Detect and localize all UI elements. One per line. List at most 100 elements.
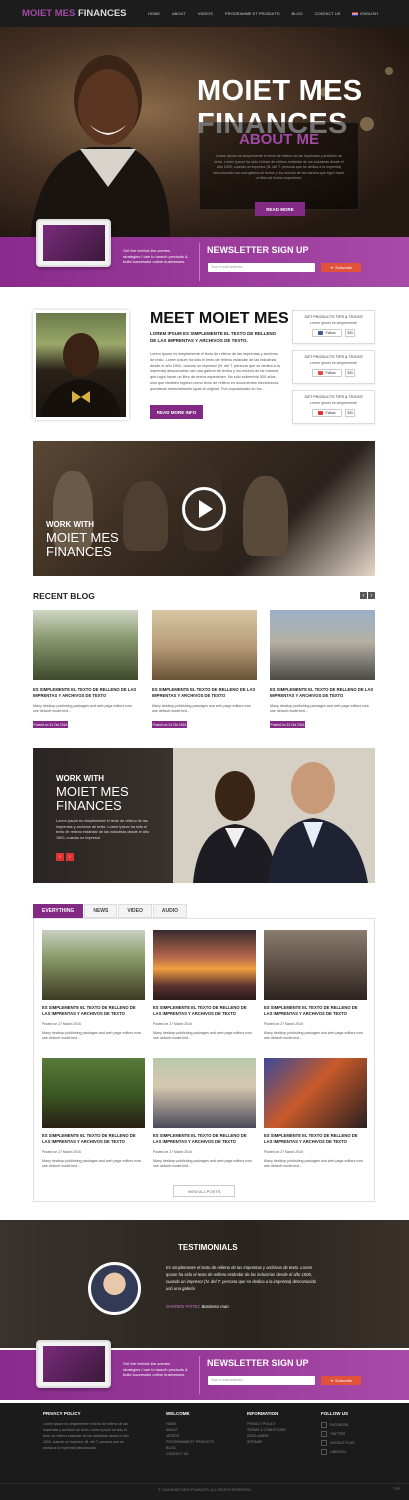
gallery-image[interactable] bbox=[153, 930, 256, 1000]
blog-post-title[interactable]: ES SIMPLEMENTE EL TEXTO DE RELLENO DE LA… bbox=[33, 687, 138, 699]
gallery-image[interactable] bbox=[42, 930, 145, 1000]
footer-link[interactable]: CONTACT US bbox=[166, 1451, 214, 1457]
twitter-link[interactable]: TWITTER bbox=[321, 1431, 355, 1437]
gallery-post-title[interactable]: ES SIMPLEMENTE EL TEXTO DE RELLENO DE LA… bbox=[153, 1133, 256, 1145]
banner-text: Lorem ipsum es simplemente el texto de r… bbox=[56, 819, 150, 840]
gallery-post-date: Posted on 27 March 2016 bbox=[42, 1150, 81, 1154]
top-navbar: MOIET MES FINANCES HOME ABOUT VIDEOS PRO… bbox=[0, 0, 409, 27]
newsletter-bar: Get the behind-the-scenes strategies I u… bbox=[0, 219, 409, 287]
footer-privacy-text: Lorem Ipsum es simplemente el texto de r… bbox=[43, 1422, 129, 1450]
google-plus-link[interactable]: GOOGLE PLUS bbox=[321, 1440, 355, 1446]
meet-title: MEET MOIET MES bbox=[150, 310, 289, 327]
newsletter-bar-2: Get the behind-the-scenes strategies I u… bbox=[0, 1340, 409, 1400]
testimonial-author: DARREN PATRIC Business man bbox=[166, 1304, 229, 1309]
gallery-post-text: Many desktop publishing packages and web… bbox=[42, 1159, 141, 1169]
main-menu: HOME ABOUT VIDEOS PROGRAMME ET PRODUITS … bbox=[142, 11, 384, 16]
gallery-post-title[interactable]: ES SIMPLEMENTE EL TEXTO DE RELLENO DE LA… bbox=[264, 1005, 367, 1017]
nav-contact[interactable]: CONTACT US bbox=[309, 11, 347, 16]
promo-sub: Lorem Ipsum es simplemente bbox=[309, 401, 358, 405]
gallery-post-title[interactable]: ES SIMPLEMENTE EL TEXTO DE RELLENO DE LA… bbox=[153, 1005, 256, 1017]
facebook-icon bbox=[318, 331, 324, 335]
arrow-icon: ➜ bbox=[329, 1379, 334, 1383]
language-label: ENGLISH bbox=[360, 11, 378, 16]
blog-post-title[interactable]: ES SIMPLEMENTE EL TEXTO DE RELLENO DE LA… bbox=[152, 687, 257, 699]
portrait-figure bbox=[41, 333, 121, 417]
tablet-image bbox=[36, 1340, 111, 1388]
newsletter-pitch: Get the behind-the-scenes strategies I u… bbox=[123, 248, 188, 264]
gallery-post-text: Many desktop publishing packages and web… bbox=[153, 1031, 252, 1041]
footer-welcome-links: HOME ABOUT VIDEOS PROGRAMME ET PRODUITS … bbox=[166, 1421, 214, 1457]
nav-home[interactable]: HOME bbox=[142, 11, 166, 16]
subscribe-button[interactable]: ➜ Subscribe bbox=[321, 1376, 361, 1385]
blog-image[interactable] bbox=[33, 610, 138, 680]
logo-text-b: FINANCES bbox=[77, 8, 127, 19]
blog-image[interactable] bbox=[152, 610, 257, 680]
gallery-post-date: Posted on 27 March 2016 bbox=[264, 1150, 303, 1154]
work-with-banner bbox=[33, 748, 375, 883]
chevron-left-icon[interactable]: ‹ bbox=[56, 853, 64, 861]
chevron-right-icon[interactable]: › bbox=[368, 592, 375, 599]
tab-audio[interactable]: AUDIO bbox=[152, 904, 188, 918]
nav-blog[interactable]: BLOG bbox=[286, 11, 309, 16]
blog-post-date: Posted on 24 Oct 2016 bbox=[152, 721, 187, 728]
gallery-image[interactable] bbox=[264, 1058, 367, 1128]
nav-programme[interactable]: PROGRAMME ET PRODUITS bbox=[219, 11, 286, 16]
email-input[interactable]: Your e-mail address... bbox=[208, 263, 315, 272]
follow-count: 331 bbox=[345, 329, 355, 337]
social-label: LINKEDIN bbox=[330, 1450, 346, 1454]
gallery-post-title[interactable]: ES SIMPLEMENTE EL TEXTO DE RELLENO DE LA… bbox=[264, 1133, 367, 1145]
back-to-top-link[interactable]: TOP bbox=[393, 1487, 400, 1491]
gallery-image[interactable] bbox=[264, 930, 367, 1000]
email-input[interactable]: Your e-mail address... bbox=[208, 1376, 315, 1385]
gallery-image[interactable] bbox=[42, 1058, 145, 1128]
read-more-info-button[interactable]: READ MORE INFO bbox=[150, 405, 203, 419]
blog-post-title[interactable]: ES SIMPLEMENTE EL TEXTO DE RELLENO DE LA… bbox=[270, 687, 375, 699]
promo-title: GET PRODUCTS TIPS & TRICKS bbox=[304, 395, 363, 399]
testimonial-quote: Es simplemente el texto de relleno de la… bbox=[166, 1265, 316, 1291]
footer-link[interactable]: SITEMAP bbox=[247, 1439, 286, 1445]
linkedin-icon bbox=[321, 1449, 327, 1455]
view-all-posts-button[interactable]: VIEW ALL POSTS bbox=[173, 1185, 235, 1197]
tab-news[interactable]: NEWS bbox=[84, 904, 118, 918]
nav-about[interactable]: ABOUT bbox=[166, 11, 192, 16]
google-follow-button[interactable]: Follow bbox=[312, 369, 342, 377]
gallery-post-date: Posted on 27 March 2016 bbox=[153, 1022, 192, 1026]
youtube-follow-button[interactable]: Follow bbox=[312, 409, 342, 417]
nav-videos[interactable]: VIDEOS bbox=[192, 11, 219, 16]
meet-portrait bbox=[33, 310, 129, 420]
banner-work-with: WORK WITH bbox=[56, 774, 104, 783]
gallery-image[interactable] bbox=[153, 1058, 256, 1128]
footer-info-title: INFORMATION bbox=[247, 1411, 279, 1416]
copyright: © 2016 MOIET MES FINANCES. ALL RIGHTS RE… bbox=[158, 1488, 251, 1492]
chevron-left-icon[interactable]: ‹ bbox=[360, 592, 367, 599]
tab-everything[interactable]: EVERYTHING bbox=[33, 904, 84, 918]
recent-blog-title: RECENT BLOG bbox=[33, 591, 95, 601]
facebook-follow-button[interactable]: Follow bbox=[312, 329, 342, 337]
language-selector[interactable]: ENGLISH bbox=[346, 11, 384, 16]
social-label: GOOGLE PLUS bbox=[330, 1441, 355, 1445]
follow-label: Follow bbox=[325, 411, 336, 415]
newsletter-title: NEWSLETTER SIGN UP bbox=[207, 1358, 309, 1368]
gallery-post-title[interactable]: ES SIMPLEMENTE EL TEXTO DE RELLENO DE LA… bbox=[42, 1005, 145, 1017]
gallery-post-title[interactable]: ES SIMPLEMENTE EL TEXTO DE RELLENO DE LA… bbox=[42, 1133, 145, 1145]
gallery-post-text: Many desktop publishing packages and web… bbox=[264, 1031, 363, 1041]
blog-post-text: Many desktop publishing packages and web… bbox=[152, 704, 251, 714]
linkedin-link[interactable]: LINKEDIN bbox=[321, 1449, 355, 1455]
promo-box-youtube: GET PRODUCTS TIPS & TRICKS Lorem Ipsum e… bbox=[292, 390, 375, 424]
site-logo[interactable]: MOIET MES FINANCES bbox=[22, 8, 132, 19]
meet-text: Lorem Ipsum es simplemente el texto de r… bbox=[150, 352, 280, 391]
tablet-screen bbox=[43, 225, 105, 261]
subscribe-button[interactable]: ➜ Subscribe bbox=[321, 263, 361, 272]
chevron-right-icon[interactable]: › bbox=[66, 853, 74, 861]
promo-sub: Lorem Ipsum es simplemente bbox=[309, 361, 358, 365]
follow-count: 331 bbox=[345, 369, 355, 377]
play-icon[interactable] bbox=[182, 487, 226, 531]
blog-image[interactable] bbox=[270, 610, 375, 680]
author-name: DARREN PATRIC bbox=[166, 1304, 201, 1309]
tab-video[interactable]: VIDEO bbox=[118, 904, 152, 918]
facebook-link[interactable]: FACEBOOK bbox=[321, 1422, 355, 1428]
subscribe-label: Subscribe bbox=[335, 1378, 353, 1383]
youtube-icon bbox=[318, 411, 324, 415]
hero-title-line1: MOIET MES bbox=[197, 75, 363, 107]
read-more-button[interactable]: READ MORE bbox=[255, 202, 305, 216]
